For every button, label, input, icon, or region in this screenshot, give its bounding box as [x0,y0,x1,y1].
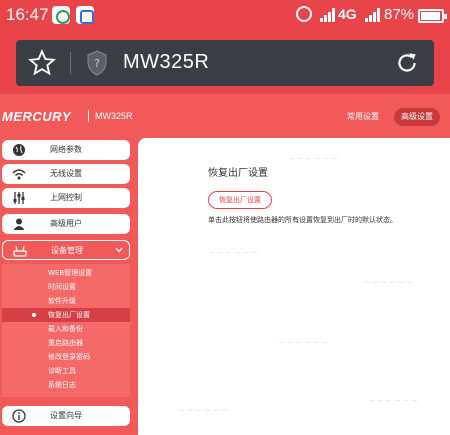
sliders-icon [13,192,25,204]
sidebar-item-label: 无线设置 [50,169,82,178]
globe-icon [13,144,25,156]
signal-icon [365,8,381,22]
sidebar-item-label: 上网控制 [50,193,82,202]
network-type: 4G [338,6,357,22]
browser-toolbar: ? MW325R [0,32,450,94]
notification-app-icon [52,6,70,24]
divider [70,52,71,74]
advanced-settings-button[interactable]: 高级设置 [394,108,440,126]
watermark: ~~~~~~ [208,248,261,257]
sidebar-item-wireless[interactable]: 无线设置 [2,164,130,184]
brand-logo: MERCURY [2,109,71,124]
svg-text:?: ? [94,57,100,70]
watermark: ~~~~~~ [363,278,416,287]
status-time: 16:47 [6,5,49,24]
status-bar: 16:47 4G 87% [0,0,450,32]
model-name: MW325R [95,111,133,121]
submenu-item-change-password[interactable]: 修改登录密码 [48,352,90,362]
sidebar-item-access-control[interactable]: 上网控制 [2,188,130,208]
submenu-item-backup-restore[interactable]: 载入和备份 [48,324,83,334]
sidebar-item-advanced-user[interactable]: 高级用户 [2,214,130,234]
submenu-item-system-log[interactable]: 系统日志 [48,380,76,390]
sidebar: 网络参数 无线设置 上网控制 高级用户 设备管理 WEB管理设置 时间设置 软件… [0,138,133,435]
watermark: ~~~~~~ [178,406,231,415]
active-dot-icon [32,313,36,317]
divider [88,110,89,122]
watermark: ~~~~~~ [278,338,331,347]
battery-icon [418,9,447,23]
main-content: ~~~~~~ ~~~~~~ ~~~~~~ ~~~~~~ ~~~~~~ ~~~~~… [138,138,450,435]
device-management-submenu: WEB管理设置 时间设置 软件升级 恢复出厂设置 载入和备份 重启路由器 修改登… [2,264,130,397]
submenu-item-factory-reset[interactable]: 恢复出厂设置 [2,308,130,322]
info-icon [12,409,26,423]
bookmark-star-icon[interactable] [28,49,56,77]
sidebar-item-network[interactable]: 网络参数 [2,140,130,160]
submenu-item-firmware-upgrade[interactable]: 软件升级 [48,296,76,306]
watermark: ~~~~~~ [288,154,341,163]
page-title: 恢复出厂设置 [208,168,268,179]
sidebar-item-device-management[interactable]: 设备管理 [2,240,130,260]
address-bar[interactable]: ? MW325R [16,40,434,86]
chevron-down-icon [115,247,123,253]
common-settings-button[interactable]: 常用设置 [340,108,386,126]
router-header: MERCURY MW325R 常用设置 高级设置 [0,94,450,138]
reload-icon[interactable] [394,50,420,76]
factory-reset-button[interactable]: 恢复出厂设置 [208,191,272,209]
submenu-item-diagnostics[interactable]: 诊断工具 [48,366,76,376]
submenu-item-reboot[interactable]: 重启路由器 [48,338,83,348]
router-icon [13,245,27,257]
sidebar-item-label: 设备管理 [51,246,83,255]
user-icon [13,218,25,230]
wifi-icon [12,169,26,180]
submenu-item-label: 恢复出厂设置 [48,311,90,319]
watermark: ~~~~~~ [368,396,421,405]
reset-description: 单击此按钮将使路由器的所有设置恢复到出厂时的默认状态。 [208,216,397,224]
alarm-icon [296,6,312,22]
security-shield-icon[interactable]: ? [86,50,108,76]
battery-percent: 87% [384,6,415,23]
url-text[interactable]: MW325R [123,51,209,74]
signal-icon [320,8,336,22]
submenu-item-time-settings[interactable]: 时间设置 [48,282,76,292]
submenu-item-web-management[interactable]: WEB管理设置 [48,268,92,278]
sidebar-item-label: 网络参数 [50,145,82,154]
sidebar-item-label: 设置向导 [50,411,82,420]
sidebar-item-setup-wizard[interactable]: 设置向导 [2,406,130,426]
notification-app-icon [76,6,94,24]
sidebar-item-label: 高级用户 [50,219,82,228]
